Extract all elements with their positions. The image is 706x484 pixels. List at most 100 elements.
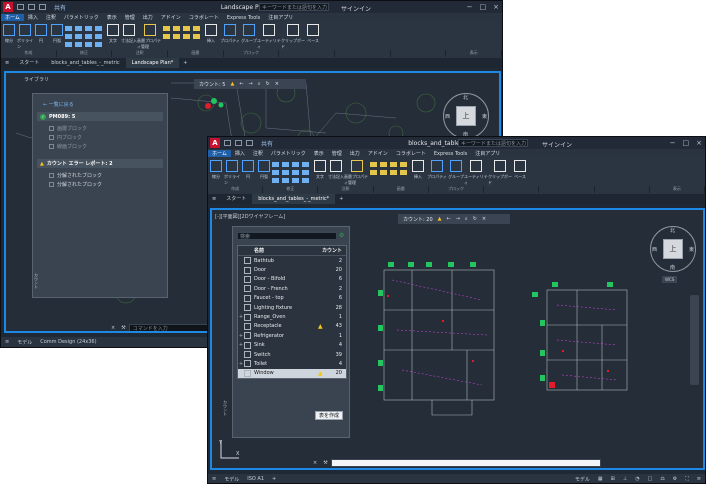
tab-blocks[interactable]: blocks_and_tables_-_metric xyxy=(45,58,125,68)
table-row[interactable]: + Toilet 4 xyxy=(238,359,346,368)
create-table-button[interactable]: 表を作成 xyxy=(315,411,343,420)
menu-manage[interactable]: 管理 xyxy=(121,14,139,21)
customize-menu-icon[interactable]: ≡ xyxy=(693,476,705,482)
layer-tools[interactable] xyxy=(163,24,203,50)
tab-layout[interactable]: Comm Design (24x36) xyxy=(36,339,100,345)
search-input[interactable]: キーワードまたは語句を入力 xyxy=(259,3,329,11)
snap-icon[interactable]: ⊞ xyxy=(607,476,619,482)
wrench-icon[interactable]: ⚒ xyxy=(118,325,128,331)
fullscreen-icon[interactable]: ⛶ xyxy=(681,476,693,482)
signin-link[interactable]: サインイン xyxy=(341,4,371,13)
close-count-icon[interactable]: × xyxy=(482,216,486,222)
table-row[interactable]: + Refrigerator 1 xyxy=(238,331,346,340)
grid-icon[interactable]: ▦ xyxy=(594,476,607,482)
open-icon[interactable] xyxy=(224,140,231,146)
panel-view[interactable]: 表示 xyxy=(446,50,502,57)
text-tool[interactable]: 文字 xyxy=(312,160,328,186)
table-row[interactable]: Lighting fixture 28 xyxy=(238,303,346,312)
properties-button[interactable]: プロパティ xyxy=(426,160,448,186)
wcs-label[interactable]: WCS xyxy=(662,276,678,283)
block-section-header[interactable]: ✓ PM089: 5 xyxy=(37,112,163,121)
table-row[interactable]: Window ▲ 20 xyxy=(238,368,346,379)
circle-tool[interactable]: 円 xyxy=(240,160,256,186)
polyline-tool[interactable]: ポリライン xyxy=(17,24,33,50)
utilities-button[interactable]: ユーティリティ xyxy=(257,24,281,50)
tab-model[interactable]: モデル xyxy=(13,339,36,346)
minimize-icon[interactable]: − xyxy=(670,139,676,147)
insert-button[interactable]: 挿入 xyxy=(203,24,219,50)
minimize-icon[interactable]: − xyxy=(467,3,473,11)
vertical-scrollbar[interactable] xyxy=(690,295,699,385)
block-item-3[interactable]: 線画ブロック xyxy=(33,142,167,151)
next-arrow-icon[interactable]: → xyxy=(249,81,253,87)
menu-parametric[interactable]: パラメトリック xyxy=(267,150,310,157)
panel-annotation[interactable]: 注釈 xyxy=(318,186,374,193)
refresh-icon[interactable]: ↻ xyxy=(266,81,270,87)
base-button[interactable]: ベース xyxy=(305,24,321,50)
menu-addins[interactable]: アドイン xyxy=(157,14,185,21)
menu-home[interactable]: ホーム xyxy=(1,14,24,21)
text-tool[interactable]: 文字 xyxy=(105,24,121,50)
new-tab-button[interactable]: + xyxy=(335,196,347,202)
layer-tools[interactable] xyxy=(370,160,410,186)
warning-icon[interactable]: ▲ xyxy=(230,81,234,87)
table-row[interactable]: Door - French 2 xyxy=(238,284,346,293)
osnap-icon[interactable]: □ xyxy=(644,476,657,482)
annotation-scale-icon[interactable]: ⚖ xyxy=(656,476,668,482)
zoom-icon[interactable]: ⌕ xyxy=(258,81,261,87)
menu-featured[interactable]: 注目アプリ xyxy=(471,150,504,157)
viewcube[interactable]: 北 南 西 東 上 xyxy=(650,226,696,272)
panel-draw[interactable]: 作成 xyxy=(208,186,264,193)
undo-icon[interactable] xyxy=(39,4,46,10)
dimension-tool[interactable]: 寸法記入 xyxy=(328,160,344,186)
command-input[interactable] xyxy=(330,458,601,467)
menu-home[interactable]: ホーム xyxy=(208,150,231,157)
add-layout-button[interactable]: + xyxy=(268,476,280,482)
refresh-icon[interactable]: ↻ xyxy=(473,216,477,222)
warning-icon[interactable]: ▲ xyxy=(318,370,328,377)
table-row[interactable]: Receptacle ▲ 43 xyxy=(238,322,346,331)
table-row[interactable]: Door 20 xyxy=(238,265,346,274)
line-tool[interactable]: 線分 xyxy=(1,24,17,50)
circle-tool[interactable]: 円 xyxy=(33,24,49,50)
close-cmd-icon[interactable]: × xyxy=(108,325,118,331)
save-icon[interactable] xyxy=(235,140,242,146)
open-icon[interactable] xyxy=(17,4,24,10)
layer-properties-button[interactable]: 画層プロパティ管理 xyxy=(137,24,163,50)
menu-featured[interactable]: 注目アプリ xyxy=(264,14,297,21)
table-search-input[interactable]: 検索 xyxy=(237,232,337,240)
menu-addins[interactable]: アドイン xyxy=(364,150,392,157)
menu-insert[interactable]: 挿入 xyxy=(231,150,249,157)
viewcube-top-face[interactable]: 上 xyxy=(663,239,683,259)
autocad-logo[interactable]: A xyxy=(210,138,220,148)
menu-manage[interactable]: 管理 xyxy=(328,150,346,157)
hamburger-icon[interactable]: ≡ xyxy=(1,60,13,66)
tab-start[interactable]: スタート xyxy=(220,194,252,204)
table-settings-icon[interactable]: ⚙ xyxy=(339,232,344,241)
panel-modify[interactable]: 修正 xyxy=(57,50,113,57)
next-arrow-icon[interactable]: → xyxy=(456,216,460,222)
command-input[interactable]: コマンドを入力 xyxy=(128,323,219,331)
search-input[interactable]: キーワードまたは語句を入力 xyxy=(458,139,528,147)
menu-view[interactable]: 表示 xyxy=(310,150,328,157)
table-row[interactable]: + Range_Oven 1 xyxy=(238,312,346,321)
menu-express[interactable]: Express Tools xyxy=(223,15,264,21)
close-icon[interactable]: × xyxy=(696,139,702,147)
menu-annotate[interactable]: 注釈 xyxy=(42,14,60,21)
close-cmd-icon[interactable]: × xyxy=(310,460,320,466)
panel-block[interactable]: ブロック xyxy=(429,186,485,193)
close-count-icon[interactable]: × xyxy=(275,81,279,87)
menu-output[interactable]: 出力 xyxy=(346,150,364,157)
tab-blocks[interactable]: blocks_and_tables_-_metric* xyxy=(252,194,336,204)
panel-layers[interactable]: 画層 xyxy=(374,186,429,193)
dimension-tool[interactable]: 寸法記入 xyxy=(121,24,137,50)
viewcube[interactable]: 北 南 西 東 上 xyxy=(443,93,489,139)
table-row[interactable]: + Sink 4 xyxy=(238,341,346,350)
group-button[interactable]: グループ xyxy=(448,160,464,186)
table-row[interactable]: Faucet - top 6 xyxy=(238,294,346,303)
workspace-gear-icon[interactable]: ⚙ xyxy=(669,476,681,482)
error-report-header[interactable]: ▲ カウント エラー レポート: 2 xyxy=(37,159,163,168)
polyline-tool[interactable]: ポリライン xyxy=(224,160,240,186)
menu-parametric[interactable]: パラメトリック xyxy=(60,14,103,21)
menu-express[interactable]: Express Tools xyxy=(430,151,471,157)
